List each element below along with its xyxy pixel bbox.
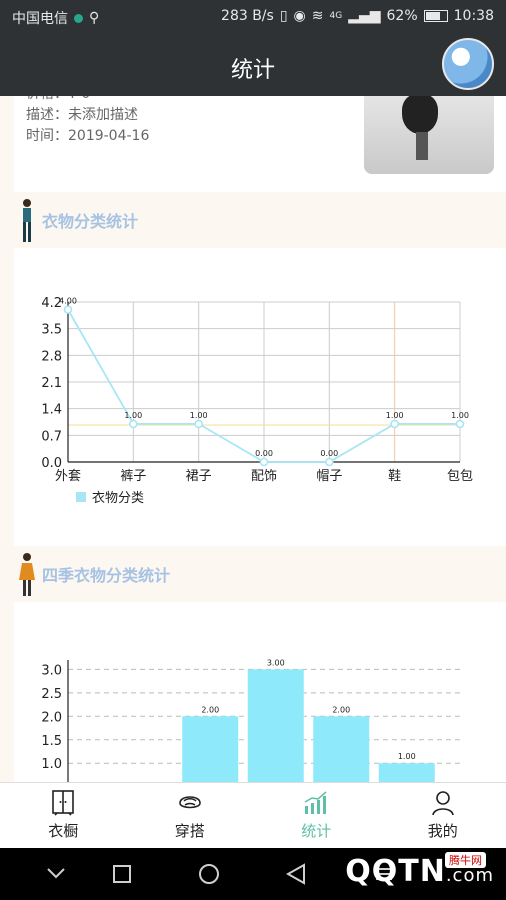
section-header-category: 衣物分类统计 [14, 192, 506, 248]
carrier-label: 中国电信 [12, 11, 68, 27]
nav-home-icon[interactable] [198, 863, 220, 885]
x-tick-label: 配饰 [251, 469, 277, 484]
bar [182, 716, 239, 782]
data-label: 1.00 [386, 411, 404, 420]
item-price-cut: 价格：¥ 0 [26, 96, 149, 105]
usb-icon: ⚲ [89, 10, 100, 26]
network-label: 4G [329, 11, 343, 21]
data-label: 1.00 [190, 411, 208, 420]
stats-icon [303, 790, 329, 816]
status-bar: 中国电信 ⚲ 283 B/s ▯ ◉ ≋ 4G ▂▄▆ 62% 10:38 [0, 0, 506, 34]
wifi-icon: ≋ [311, 8, 324, 24]
bar [378, 763, 435, 782]
x-tick-label: 包包 [447, 469, 473, 484]
data-label: 4.00 [59, 297, 77, 306]
x-tick-label: 外套 [55, 468, 81, 484]
tab-stats[interactable]: 统计 [253, 783, 380, 848]
page-title: 统计 [230, 58, 275, 83]
photo-figure [402, 96, 438, 134]
signal-icon: ▂▄▆ [348, 8, 381, 24]
item-info: 价格：¥ 0 描述：未添加描述 时间：2019-04-16 [26, 96, 150, 147]
data-label: 0.00 [320, 449, 338, 458]
data-label: 1.00 [124, 411, 142, 420]
nav-hide-icon[interactable] [46, 866, 66, 880]
data-label: 3.00 [267, 658, 285, 667]
category-line-chart: 0.00.71.42.12.83.54.24.001.00 1.000.00 0.0… [41, 296, 473, 506]
eye-icon: ◉ [293, 8, 306, 24]
y-tick-label: 0.7 [41, 429, 62, 444]
season-bar-chart: 1.0 1.5 2.0 2.5 3.0 2.00 3.00 2.00 1.00 [41, 658, 460, 782]
y-tick-label: 3.5 [41, 323, 62, 338]
data-point [129, 419, 138, 429]
left-strip [0, 96, 14, 782]
section-title-category: 衣物分类统计 [42, 212, 139, 231]
data-point [194, 419, 203, 429]
y-tick-label: 1.0 [41, 757, 62, 772]
y-tick-label: 2.0 [41, 710, 62, 725]
item-photo[interactable] [364, 96, 494, 174]
x-tick-label: 裤子 [120, 469, 146, 484]
tab-bar: 衣橱 穿搭 统计 我的 [0, 782, 506, 848]
app-bar: 统计 [0, 34, 506, 96]
tab-label-outfit: 穿搭 [174, 822, 205, 840]
watermark-text: QQTN [345, 854, 446, 889]
x-tick-label: 裙子 [186, 469, 212, 484]
x-tick-label: 鞋 [388, 468, 401, 484]
y-tick-label: 1.4 [41, 403, 62, 418]
section-title-season: 四季衣物分类统计 [42, 566, 171, 585]
data-label: 2.00 [332, 705, 350, 714]
tab-label-wardrobe: 衣橱 [48, 822, 79, 840]
tab-profile[interactable]: 我的 [380, 783, 506, 848]
profile-icon [430, 790, 456, 816]
watermark-suffix: .com [445, 865, 494, 886]
section-header-season: 四季衣物分类统计 [14, 546, 506, 602]
nav-back-icon[interactable] [286, 863, 306, 885]
item-description: 描述：未添加描述 [26, 107, 138, 123]
data-label: 1.00 [451, 411, 469, 420]
bar [313, 716, 370, 782]
data-point [455, 419, 465, 429]
data-point [390, 419, 399, 429]
battery-label: 62% [386, 8, 418, 24]
x-tick-label: 帽子 [316, 468, 342, 484]
notification-dot-icon [74, 13, 83, 23]
outfit-icon [177, 790, 203, 816]
tab-label-profile: 我的 [427, 822, 458, 840]
data-label: 0.00 [255, 449, 273, 458]
legend-label: 衣物分类 [92, 490, 144, 506]
y-tick-label: 2.1 [41, 376, 62, 391]
bar [247, 669, 304, 782]
wardrobe-icon [50, 790, 76, 816]
tab-outfit[interactable]: 穿搭 [127, 783, 254, 848]
data-point [259, 457, 269, 467]
y-tick-label: 3.0 [41, 663, 62, 678]
y-tick-label: 2.8 [41, 349, 62, 364]
item-time: 时间：2019-04-16 [26, 128, 150, 144]
y-tick-label: 2.5 [41, 687, 62, 702]
data-point [63, 305, 73, 314]
main-content[interactable]: 价格：¥ 0 描述：未添加描述 时间：2019-04-16 衣物分类统计 0.0… [0, 96, 506, 782]
photo-figure-legs [416, 132, 428, 160]
data-label: 1.00 [398, 752, 416, 761]
vibrate-icon: ▯ [279, 8, 288, 24]
y-tick-label: 1.5 [41, 734, 62, 749]
data-label: 2.00 [201, 705, 219, 714]
tab-label-stats: 统计 [301, 822, 332, 840]
watermark-badge: 腾牛网 [445, 852, 486, 868]
legend-swatch [76, 492, 86, 502]
battery-icon [423, 10, 448, 22]
fashion-figure-icon [23, 199, 31, 242]
data-point [325, 457, 334, 467]
fashion-figure-icon-2 [19, 553, 35, 596]
avatar[interactable] [442, 38, 494, 90]
net-speed-label: 283 B/s [221, 8, 274, 24]
nav-recent-icon[interactable] [112, 864, 132, 884]
tab-wardrobe[interactable]: 衣橱 [0, 783, 127, 848]
time-label: 10:38 [453, 8, 494, 24]
